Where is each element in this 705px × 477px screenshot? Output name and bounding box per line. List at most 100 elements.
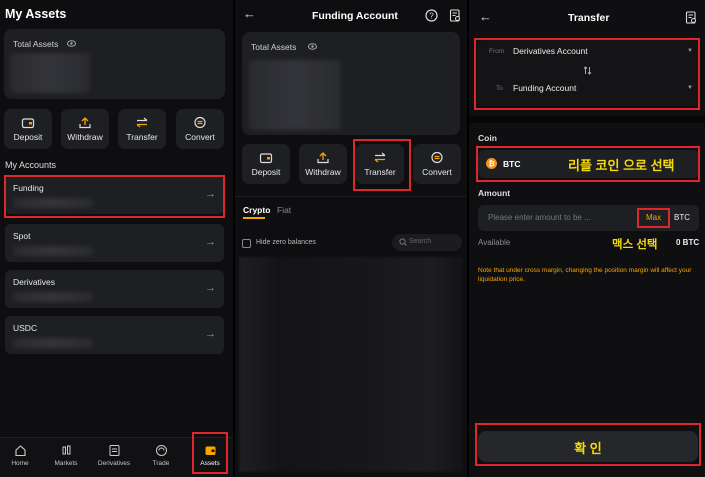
page-title: Transfer (568, 12, 610, 24)
account-spot[interactable]: Spot → (5, 224, 224, 262)
arrow-right-icon: → (205, 236, 216, 248)
nav-markets[interactable]: Markets (46, 444, 86, 467)
page-title: Funding Account (312, 10, 398, 22)
back-arrow-icon[interactable]: ← (479, 9, 492, 24)
chevron-down-icon[interactable]: ▼ (687, 85, 693, 91)
page-title: My Assets (5, 7, 67, 21)
deposit-label: Deposit (251, 167, 281, 177)
btc-icon: ₿ (486, 158, 497, 169)
total-assets-card: Total Assets (4, 29, 225, 99)
max-button[interactable]: Max (646, 213, 661, 222)
deposit-icon (259, 153, 273, 164)
available-label: Available (478, 238, 511, 247)
withdraw-icon (317, 152, 329, 164)
available-value: 0 BTC (676, 238, 700, 247)
convert-icon (194, 116, 206, 129)
account-label: Spot (13, 231, 31, 241)
coin-annotation: 리플 코인 으로 선택 (568, 158, 675, 173)
hide-zero-checkbox[interactable] (242, 239, 251, 248)
my-assets-panel: My Assets Total Assets Deposit Withdraw … (0, 0, 233, 477)
amount-unit: BTC (674, 213, 690, 222)
account-derivatives[interactable]: Derivatives → (5, 270, 224, 308)
account-label: USDC (13, 323, 38, 333)
tab-crypto[interactable]: Crypto (243, 205, 270, 215)
from-label: From (489, 48, 505, 55)
blurred-balance (13, 246, 93, 256)
withdraw-button[interactable]: Withdraw (61, 109, 109, 149)
deposit-icon (21, 118, 35, 129)
back-arrow-icon[interactable]: ← (243, 6, 256, 21)
account-label: Derivatives (13, 277, 56, 287)
arrow-right-icon: → (205, 328, 216, 340)
total-assets-label: Total Assets (251, 42, 297, 52)
tab-fiat[interactable]: Fiat (277, 205, 291, 215)
nav-label: Trade (152, 460, 170, 467)
derivatives-icon (109, 445, 119, 456)
nav-label: Assets (200, 460, 220, 467)
amount-label: Amount (478, 188, 511, 198)
home-icon (14, 445, 26, 457)
total-assets-label: Total Assets (13, 39, 59, 49)
section-divider (469, 116, 705, 123)
deposit-button[interactable]: Deposit (242, 144, 290, 184)
search-icon (399, 238, 407, 246)
to-label: To (496, 85, 503, 92)
transfer-label: Transfer (364, 167, 396, 177)
wallet-icon (205, 446, 215, 455)
search-input[interactable]: Search (392, 234, 462, 251)
tab-indicator (243, 217, 265, 219)
nav-derivatives[interactable]: Derivatives (94, 444, 134, 467)
transfer-button[interactable]: Transfer (356, 144, 404, 184)
deposit-label: Deposit (13, 132, 43, 142)
withdraw-icon (79, 117, 91, 129)
search-placeholder: Search (409, 238, 432, 245)
swap-icon[interactable] (583, 66, 592, 75)
blurred-balance (13, 198, 93, 208)
coin-value: BTC (503, 159, 521, 169)
transfer-panel: ← Transfer From Derivatives Account ▼ To… (469, 0, 705, 477)
history-icon[interactable] (685, 11, 697, 24)
transfer-icon (136, 117, 148, 128)
amount-placeholder: Please enter amount to be ... (488, 213, 591, 222)
blurred-balance (10, 53, 90, 93)
blurred-balance (13, 338, 93, 348)
eye-icon[interactable] (308, 43, 317, 50)
to-account-select[interactable]: Funding Account (513, 83, 576, 93)
nav-label: Markets (54, 460, 78, 467)
nav-trade[interactable]: Trade (141, 444, 181, 467)
from-account-select[interactable]: Derivatives Account (513, 46, 588, 56)
transfer-icon (374, 152, 386, 163)
trade-icon (155, 445, 167, 456)
withdraw-label: Withdraw (305, 167, 341, 177)
coin-label: Coin (478, 133, 497, 143)
convert-label: Convert (422, 167, 452, 177)
withdraw-button[interactable]: Withdraw (299, 144, 347, 184)
confirm-label: 확 인 (574, 441, 602, 456)
margin-note: Note that under cross margin, changing t… (478, 267, 692, 283)
blurred-coin-list (239, 257, 463, 472)
account-funding[interactable]: Funding → (5, 176, 224, 214)
help-icon[interactable]: ? (425, 9, 438, 22)
blurred-balance (13, 292, 93, 302)
nav-home[interactable]: Home (0, 444, 40, 467)
max-annotation: 맥스 선택 (612, 239, 658, 251)
eye-icon[interactable] (67, 40, 76, 47)
convert-label: Convert (185, 132, 215, 142)
chevron-down-icon[interactable]: ▼ (687, 48, 693, 54)
history-icon[interactable] (449, 9, 461, 22)
convert-button[interactable]: Convert (413, 144, 461, 184)
total-assets-card: Total Assets (242, 32, 460, 135)
funding-account-panel: ← Funding Account ? Total Assets Deposit… (235, 0, 467, 477)
nav-assets[interactable]: Assets (190, 444, 230, 467)
markets-icon (62, 445, 70, 455)
divider (235, 196, 467, 197)
hide-zero-label: Hide zero balances (256, 239, 316, 246)
convert-button[interactable]: Convert (176, 109, 224, 149)
coin-select[interactable]: ₿ BTC 리플 코인 으로 선택 (478, 150, 699, 178)
amount-input[interactable]: Please enter amount to be ... Max BTC (478, 205, 699, 231)
deposit-button[interactable]: Deposit (4, 109, 52, 149)
from-to-selector: From Derivatives Account ▼ To Funding Ac… (477, 40, 699, 106)
confirm-button[interactable]: 확 인 (478, 431, 698, 462)
account-usdc[interactable]: USDC → (5, 316, 224, 354)
transfer-button[interactable]: Transfer (118, 109, 166, 149)
